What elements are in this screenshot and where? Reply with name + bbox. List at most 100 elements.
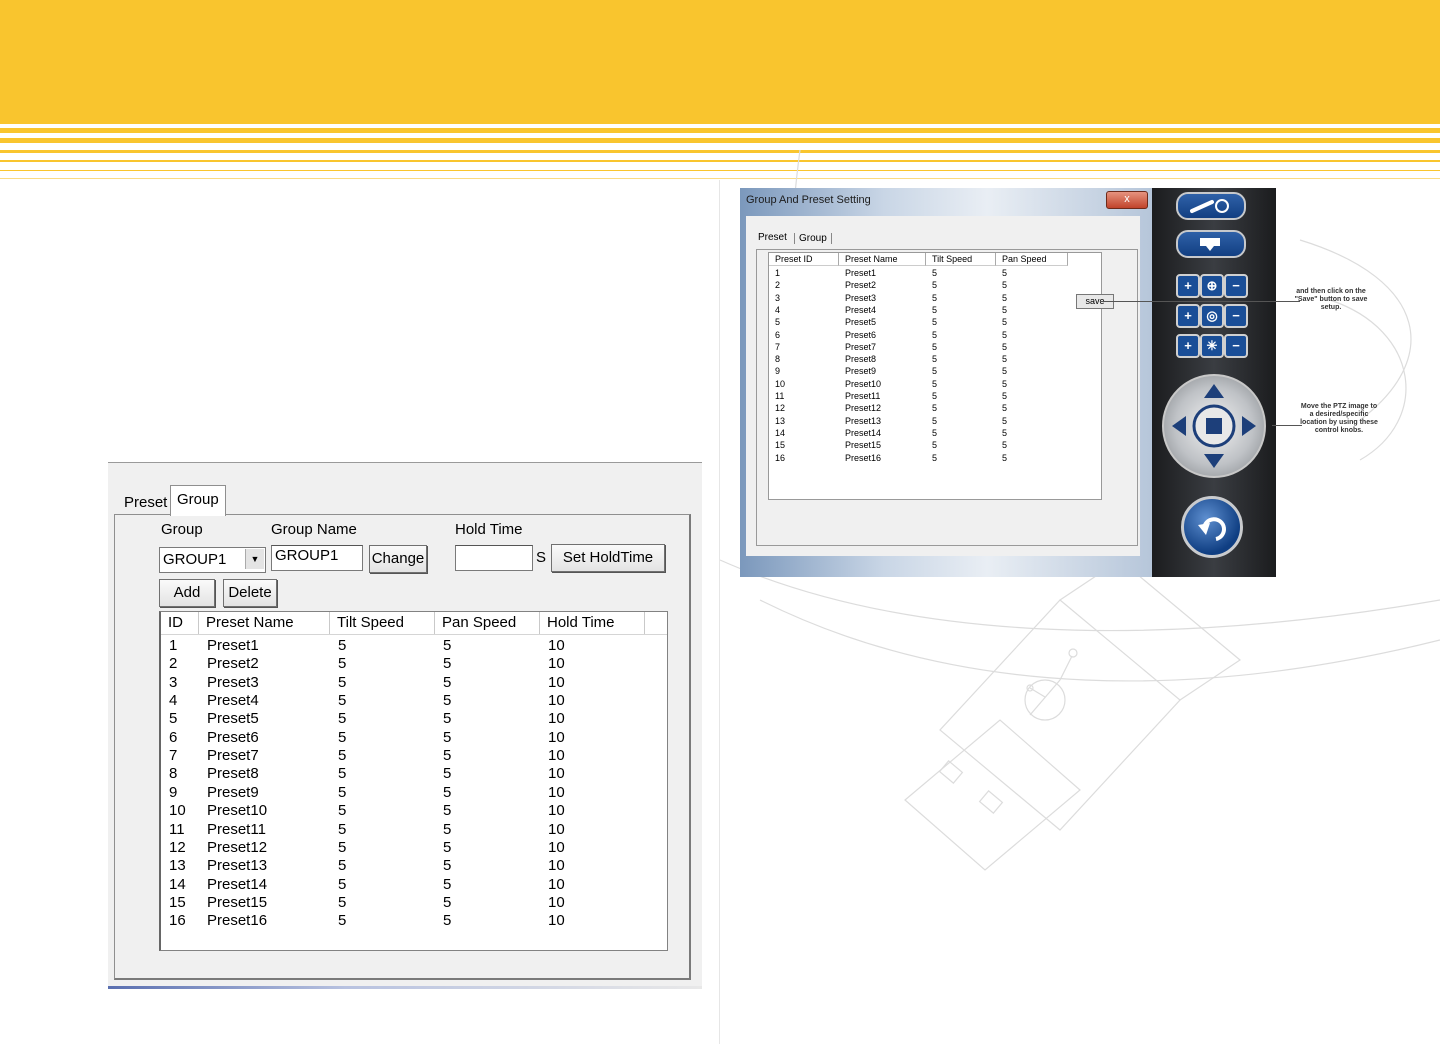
table-row[interactable]: 2 Preset2 5 5 — [769, 279, 1099, 291]
focus-out-button[interactable]: − — [1224, 304, 1248, 328]
table-cell: 10 — [548, 728, 565, 746]
column-header-pan-speed[interactable]: Pan Speed — [996, 253, 1068, 266]
delete-button[interactable]: Delete — [223, 579, 277, 607]
table-cell: 10 — [548, 802, 565, 820]
add-button[interactable]: Add — [159, 579, 215, 607]
zoom-out-button[interactable]: − — [1224, 274, 1248, 298]
column-header-hold-time[interactable]: Hold Time — [540, 612, 645, 634]
table-cell: Preset5 — [845, 317, 877, 328]
tab-group[interactable]: Group — [170, 485, 226, 516]
set-hold-time-button[interactable]: Set HoldTime — [551, 544, 665, 572]
table-row[interactable]: 2 Preset2 5 5 10 — [161, 655, 667, 673]
group-select[interactable]: GROUP1 ▼ — [159, 547, 266, 573]
table-row[interactable]: 4 Preset4 5 5 10 — [161, 692, 667, 710]
zoom-in-button[interactable]: + — [1176, 274, 1200, 298]
ptz-direction-pad[interactable] — [1162, 374, 1266, 478]
table-row[interactable]: 15 Preset15 5 5 10 — [161, 894, 667, 912]
table-cell: 10 — [548, 710, 565, 728]
table-cell: 5 — [338, 747, 347, 765]
table-cell: 10 — [548, 912, 565, 930]
table-cell: 5 — [338, 783, 347, 801]
hold-time-input[interactable] — [455, 545, 533, 571]
direction-arrows-icon — [1172, 384, 1256, 468]
tab-preset[interactable]: Preset — [758, 232, 787, 243]
close-button[interactable]: x — [1106, 191, 1148, 209]
change-button[interactable]: Change — [369, 545, 427, 573]
table-row[interactable]: 6 Preset6 5 5 10 — [161, 729, 667, 747]
column-header-tilt-speed[interactable]: Tilt Speed — [330, 612, 435, 634]
table-cell: 5 — [443, 912, 452, 930]
column-header-preset-id[interactable]: Preset ID — [769, 253, 839, 266]
camera-view-button[interactable] — [1176, 230, 1246, 258]
table-row[interactable]: 5 Preset5 5 5 — [769, 316, 1099, 328]
table-cell: 3 — [169, 673, 178, 691]
focus-in-button[interactable]: + — [1176, 304, 1200, 328]
tab-group[interactable]: Group — [794, 233, 832, 244]
return-button[interactable] — [1181, 496, 1243, 558]
table-cell: 9 — [775, 366, 781, 377]
chevron-down-icon[interactable]: ▼ — [245, 549, 264, 569]
column-header-tilt-speed[interactable]: Tilt Speed — [926, 253, 996, 266]
table-row[interactable]: 9 Preset9 5 5 10 — [161, 784, 667, 802]
table-row[interactable]: 1 Preset1 5 5 — [769, 267, 1099, 279]
table-row[interactable]: 12 Preset12 5 5 10 — [161, 839, 667, 857]
table-cell: Preset10 — [845, 378, 882, 389]
table-cell: 5 — [443, 820, 452, 838]
table-cell: Preset15 — [207, 893, 268, 911]
table-cell: Preset4 — [207, 692, 259, 710]
table-row[interactable]: 8 Preset8 5 5 — [769, 353, 1099, 365]
table-cell: Preset6 — [207, 728, 259, 746]
table-cell: 5 — [932, 427, 938, 438]
table-row[interactable]: 11 Preset11 5 5 — [769, 390, 1099, 402]
table-cell: 5 — [1002, 391, 1008, 401]
table-cell: 4 — [775, 304, 781, 315]
table-cell: Preset11 — [845, 391, 881, 401]
group-name-input[interactable]: GROUP1 — [271, 545, 363, 571]
table-row[interactable]: 9 Preset9 5 5 — [769, 365, 1099, 377]
table-row[interactable]: 1 Preset1 5 5 10 — [161, 637, 667, 655]
table-row[interactable]: 11 Preset11 5 5 10 — [161, 821, 667, 839]
table-cell: Preset9 — [845, 366, 877, 377]
iris-close-button[interactable]: − — [1224, 334, 1248, 358]
table-row[interactable]: 10 Preset10 5 5 — [769, 378, 1099, 390]
table-cell: 5 — [443, 692, 452, 710]
table-cell: 13 — [169, 857, 186, 875]
table-row[interactable]: 16 Preset16 5 5 — [769, 452, 1099, 464]
table-row[interactable]: 13 Preset13 5 5 — [769, 415, 1099, 427]
table-cell: Preset7 — [207, 747, 259, 765]
table-row[interactable]: 8 Preset8 5 5 10 — [161, 765, 667, 783]
settings-wrench-button[interactable] — [1176, 192, 1246, 220]
table-cell: 5 — [932, 268, 938, 278]
table-cell: 10 — [548, 838, 565, 856]
group-preset-list[interactable]: ID Preset Name Tilt Speed Pan Speed Hold… — [159, 611, 668, 951]
table-row[interactable]: 6 Preset6 5 5 — [769, 329, 1099, 341]
table-row[interactable]: 14 Preset14 5 5 10 — [161, 876, 667, 894]
table-row[interactable]: 4 Preset4 5 5 — [769, 304, 1099, 316]
table-cell: 3 — [775, 292, 781, 303]
table-cell: 5 — [932, 341, 938, 352]
table-cell: 13 — [775, 415, 786, 426]
table-row[interactable]: 15 Preset15 5 5 — [769, 439, 1099, 451]
table-row[interactable]: 16 Preset16 5 5 10 — [161, 912, 667, 930]
tab-preset[interactable]: Preset — [118, 490, 173, 516]
column-header-preset-name[interactable]: Preset Name — [199, 612, 330, 634]
table-row[interactable]: 3 Preset3 5 5 10 — [161, 674, 667, 692]
table-row[interactable]: 10 Preset10 5 5 10 — [161, 802, 667, 820]
column-header-id[interactable]: ID — [161, 612, 199, 634]
table-cell: 10 — [548, 765, 565, 783]
table-row[interactable]: 7 Preset7 5 5 — [769, 341, 1099, 353]
table-row[interactable]: 7 Preset7 5 5 10 — [161, 747, 667, 765]
column-header-pan-speed[interactable]: Pan Speed — [435, 612, 540, 634]
table-row[interactable]: 5 Preset5 5 5 10 — [161, 710, 667, 728]
table-cell: Preset13 — [845, 415, 882, 426]
table-row[interactable]: 12 Preset12 5 5 — [769, 402, 1099, 414]
table-row[interactable]: 13 Preset13 5 5 10 — [161, 857, 667, 875]
preset-list[interactable]: Preset ID Preset Name Tilt Speed Pan Spe… — [768, 252, 1102, 500]
group-select-value: GROUP1 — [163, 551, 227, 568]
table-cell: 1 — [169, 637, 178, 654]
iris-open-button[interactable]: + — [1176, 334, 1200, 358]
table-cell: 15 — [775, 440, 786, 451]
column-header-preset-name[interactable]: Preset Name — [839, 253, 926, 266]
table-row[interactable]: 3 Preset3 5 5 — [769, 292, 1099, 304]
table-row[interactable]: 14 Preset14 5 5 — [769, 427, 1099, 439]
